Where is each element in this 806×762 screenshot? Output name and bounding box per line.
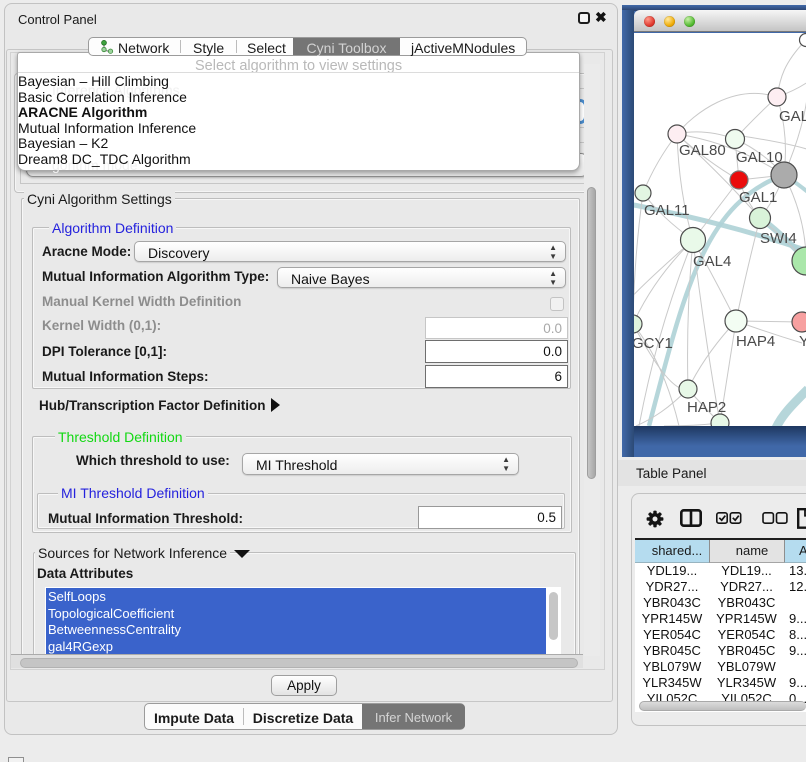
svg-text:GAL11: GAL11 [644, 202, 690, 219]
svg-text:GAL1: GAL1 [739, 189, 777, 206]
svg-text:HAP4: HAP4 [736, 333, 775, 350]
svg-text:GAL7: GAL7 [779, 108, 806, 125]
svg-text:Y: Y [799, 333, 806, 350]
svg-text:HAP2: HAP2 [687, 399, 726, 416]
svg-text:GAL4: GAL4 [693, 253, 731, 270]
svg-text:GAL80: GAL80 [679, 142, 726, 159]
svg-text:SWI4: SWI4 [760, 230, 797, 247]
svg-text:GAL10: GAL10 [736, 149, 783, 166]
svg-text:GCY1: GCY1 [634, 335, 673, 352]
